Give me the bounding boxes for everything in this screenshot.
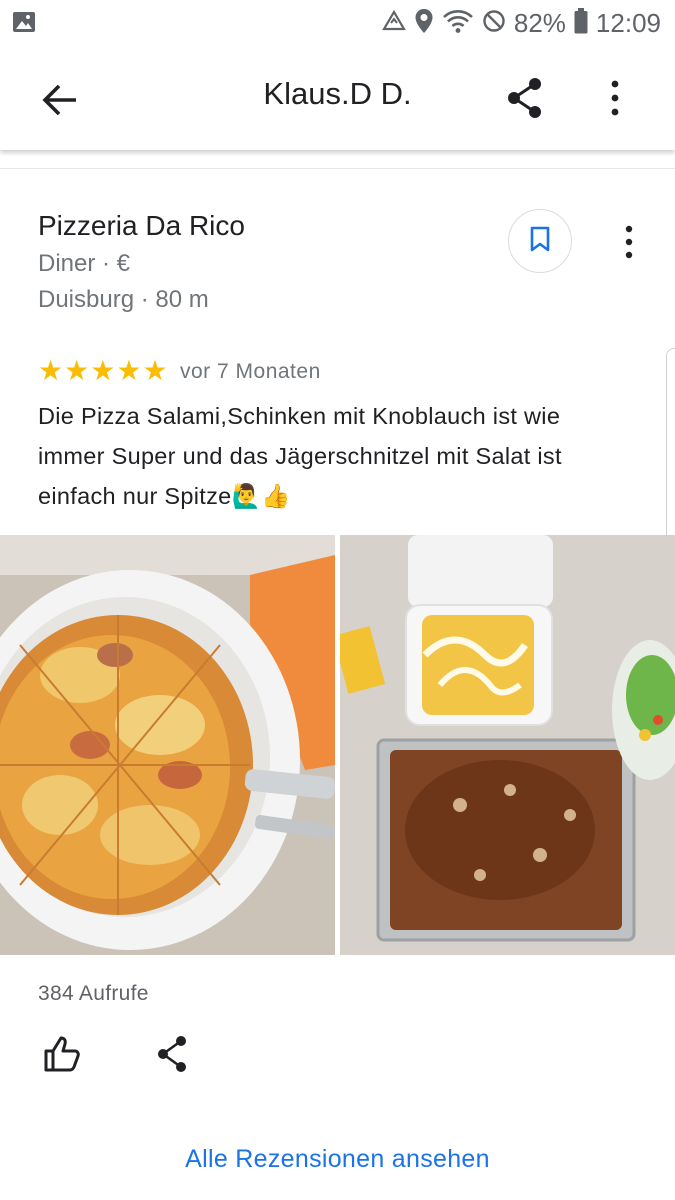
clock: 12:09: [595, 7, 661, 38]
save-place-button[interactable]: [508, 209, 572, 273]
review-text-line: einfach nur Spitze🙋‍♂️👍: [38, 483, 291, 509]
place-name[interactable]: Pizzeria Da Rico: [38, 210, 245, 242]
review-text: Die Pizza Salami,Schinken mit Knoblauch …: [38, 396, 658, 516]
status-bar: 82% 12:09: [0, 0, 675, 46]
star-icon: ★: [64, 355, 90, 386]
star-icon: ★: [116, 355, 142, 386]
view-count: 384 Aufrufe: [38, 982, 149, 1005]
star-rating: ★ ★ ★ ★ ★: [38, 356, 168, 386]
data-saver-icon: [381, 9, 406, 38]
star-icon: ★: [142, 355, 168, 386]
more-vert-icon[interactable]: [600, 76, 630, 120]
place-location: Duisburg · 80 m: [38, 286, 209, 313]
image-notification-icon: [12, 10, 36, 39]
place-category: Diner · €: [38, 250, 131, 277]
like-icon[interactable]: [42, 1034, 82, 1074]
wifi-icon: [442, 8, 474, 39]
bookmark-icon: [529, 226, 551, 257]
do-not-disturb-icon: [482, 9, 506, 38]
share-icon[interactable]: [505, 76, 545, 120]
location-icon: [414, 8, 434, 39]
place-more-icon[interactable]: [614, 222, 644, 262]
page-title: Klaus.D D.: [263, 76, 412, 111]
all-reviews-link[interactable]: Alle Rezensionen ansehen: [0, 1145, 675, 1174]
battery-icon: [574, 7, 588, 39]
star-icon: ★: [90, 355, 116, 386]
review-time: vor 7 Monaten: [180, 360, 321, 383]
review-text-line: Die Pizza Salami,Schinken mit Knoblauch …: [38, 403, 561, 429]
divider: [0, 168, 675, 169]
share-review-icon[interactable]: [155, 1034, 191, 1074]
pizza-photo[interactable]: [0, 535, 335, 955]
app-bar: Klaus.D D.: [0, 46, 675, 150]
review-text-line: immer Super und das Jägerschnitzel mit S…: [38, 443, 562, 469]
battery-percentage: 82%: [513, 7, 566, 38]
schnitzel-fries-salad-photo[interactable]: [340, 535, 675, 955]
star-icon: ★: [38, 355, 64, 386]
